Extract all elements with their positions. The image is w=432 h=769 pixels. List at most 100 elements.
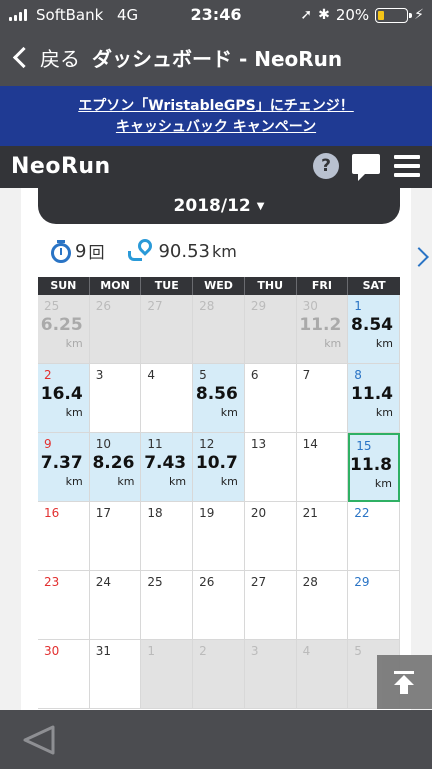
help-icon[interactable]: ? [313, 153, 339, 179]
day-number: 2 [44, 368, 52, 382]
calendar-day[interactable]: 26 [89, 295, 142, 364]
calendar-day[interactable]: 15 11.8 km [348, 433, 400, 502]
calendar-grid: 25 6.25 km 26 27 28 29 30 11.2 km 1 8.54 km 2 16.4 km 3 4… [38, 295, 400, 709]
day-distance-unit: km [375, 406, 393, 419]
calendar-day[interactable]: 4 [296, 640, 349, 709]
day-number: 14 [302, 437, 318, 451]
bottom-toolbar [0, 710, 432, 769]
calendar-day[interactable]: 10 8.26 km [89, 433, 142, 502]
battery-fill [378, 10, 384, 20]
calendar-day[interactable]: 26 [193, 571, 245, 640]
day-distance-unit: km [169, 475, 187, 488]
day-distance-unit: km [220, 475, 238, 488]
app-header: NeoRun ? [0, 146, 432, 188]
day-distance-unit: km [220, 406, 238, 419]
calendar-day[interactable]: 9 7.37 km [38, 433, 90, 502]
nav-title: ダッシュボード - NeoRun [92, 47, 343, 71]
calendar-day[interactable]: 13 [244, 433, 297, 502]
calendar-day[interactable]: 23 [38, 571, 90, 640]
day-distance: 6.25 [40, 315, 83, 335]
calendar-day[interactable]: 31 [89, 640, 142, 709]
calendar-day[interactable]: 3 [89, 364, 142, 433]
nav-bar: 戻る ダッシュボード - NeoRun [0, 30, 432, 86]
calendar-day[interactable]: 24 [89, 571, 142, 640]
calendar-day[interactable]: 5 8.56 km [193, 364, 245, 433]
day-number: 5 [199, 368, 207, 382]
day-number: 27 [147, 299, 163, 313]
hamburger-menu-icon[interactable] [394, 155, 420, 177]
chat-icon[interactable] [352, 154, 380, 181]
calendar-day[interactable]: 20 [244, 502, 297, 571]
calendar-day[interactable]: 29 [348, 571, 400, 640]
browser-back-icon[interactable] [22, 724, 56, 756]
calendar-day[interactable]: 25 [141, 571, 194, 640]
calendar-day[interactable]: 28 [296, 571, 349, 640]
calendar-day[interactable]: 4 [141, 364, 194, 433]
scroll-to-top-button[interactable] [377, 655, 432, 709]
back-button[interactable]: 戻る [10, 40, 80, 74]
battery-icon [375, 7, 413, 23]
banner-line-1[interactable]: エプソン「WristableGPS」にチェンジ！ [0, 96, 432, 117]
calendar-day[interactable]: 8 11.4 km [348, 364, 400, 433]
campaign-banner[interactable]: エプソン「WristableGPS」にチェンジ！ キャッシュバック キャンペーン [0, 86, 432, 146]
weekday-header-fri: FRI [297, 277, 349, 295]
day-number: 24 [95, 575, 111, 589]
day-number: 27 [250, 575, 267, 589]
day-number: 10 [95, 437, 111, 451]
calendar-day[interactable]: 11 7.43 km [141, 433, 194, 502]
banner-line-2[interactable]: キャッシュバック キャンペーン [0, 117, 432, 138]
day-number: 26 [95, 299, 111, 313]
weekday-header-wed: WED [193, 277, 245, 295]
calendar-day[interactable]: 18 [141, 502, 194, 571]
day-distance: 11.4 [351, 384, 393, 404]
calendar-day[interactable]: 27 [244, 571, 297, 640]
calendar-day[interactable]: 2 [193, 640, 245, 709]
day-distance-unit: km [65, 337, 83, 350]
day-distance: 8.54 [351, 315, 393, 335]
calendar-day[interactable]: 19 [193, 502, 245, 571]
location-icon: ➚ [300, 7, 313, 23]
calendar-day[interactable]: 25 6.25 km [38, 295, 90, 364]
day-number: 26 [199, 575, 215, 589]
run-count: 9 [75, 240, 87, 262]
day-number: 17 [95, 506, 111, 520]
day-number: 19 [199, 506, 215, 520]
day-distance-unit: km [65, 475, 83, 488]
calendar-day[interactable]: 1 [141, 640, 194, 709]
next-month-arrow-icon[interactable] [409, 247, 429, 267]
calendar-day[interactable]: 7 [296, 364, 349, 433]
day-number: 29 [250, 299, 267, 313]
calendar-day[interactable]: 21 [296, 502, 349, 571]
route-pin-icon [128, 236, 156, 263]
day-distance: 16.4 [40, 384, 83, 404]
calendar-day[interactable]: 14 [296, 433, 349, 502]
calendar-day[interactable]: 22 [348, 502, 400, 571]
calendar-day[interactable]: 2 16.4 km [38, 364, 90, 433]
calendar-day[interactable]: 30 [38, 640, 90, 709]
day-number: 12 [199, 437, 215, 451]
day-number: 25 [147, 575, 163, 589]
calendar-day[interactable]: 17 [89, 502, 142, 571]
day-number: 9 [44, 437, 52, 451]
day-number: 30 [44, 644, 60, 658]
calendar-day[interactable]: 29 [244, 295, 297, 364]
day-distance: 7.43 [144, 453, 187, 473]
calendar-day[interactable]: 3 [244, 640, 297, 709]
day-number: 6 [250, 368, 259, 382]
day-distance-unit: km [324, 337, 342, 350]
day-number: 20 [250, 506, 267, 520]
calendar-day[interactable]: 27 [141, 295, 194, 364]
calendar-day[interactable]: 16 [38, 502, 90, 571]
day-distance: 8.26 [92, 453, 135, 473]
day-number: 30 [302, 299, 318, 313]
calendar-day[interactable]: 28 [193, 295, 245, 364]
calendar-day[interactable]: 1 8.54 km [348, 295, 400, 364]
calendar-day[interactable]: 6 [244, 364, 297, 433]
weekday-header-mon: MON [90, 277, 142, 295]
calendar-day[interactable]: 12 10.7 km [193, 433, 245, 502]
app-logo[interactable]: NeoRun [11, 154, 111, 179]
month-selector[interactable]: 2018/12 ▼ [38, 188, 400, 224]
calendar: SUN MON TUE WED THU FRI SAT 25 6.25 km 26 27 28 29 30… [38, 277, 400, 709]
calendar-day[interactable]: 30 11.2 km [296, 295, 349, 364]
day-distance: 7.37 [40, 453, 83, 473]
